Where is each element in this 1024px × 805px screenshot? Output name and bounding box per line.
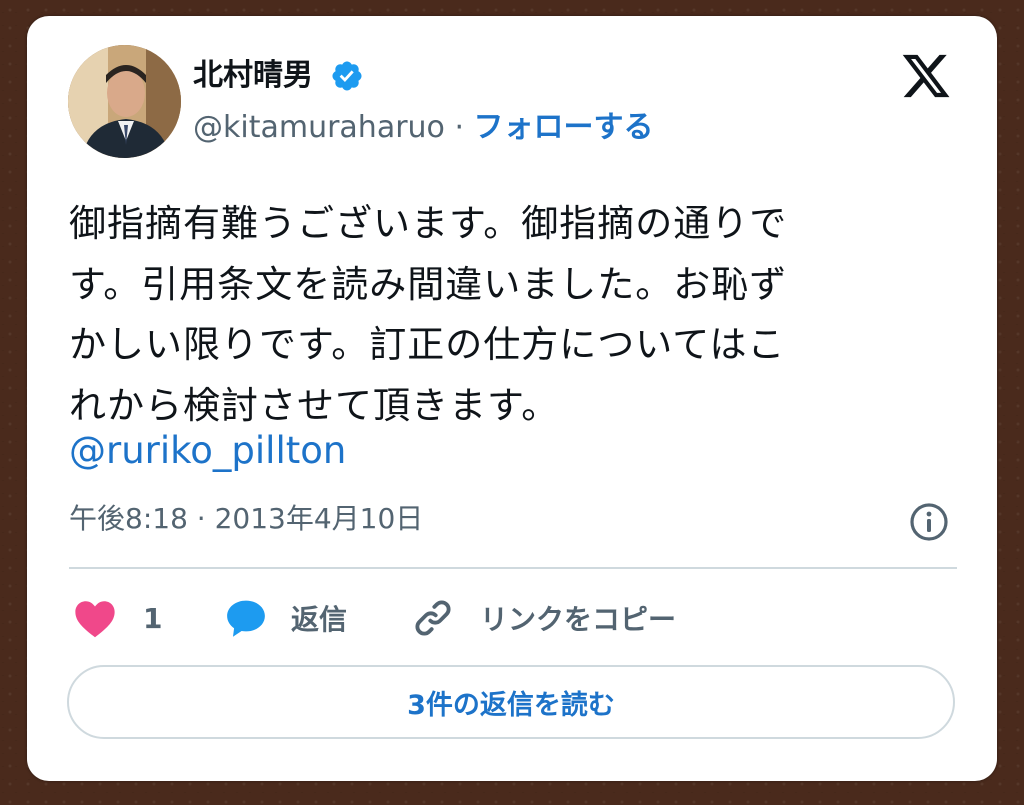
avatar[interactable] [68, 45, 181, 158]
handle-row: @kitamuraharuo · フォローする [193, 108, 654, 148]
reply-bubble-icon [227, 600, 265, 637]
verified-badge-icon [332, 61, 362, 91]
like-button[interactable]: 1 [73, 596, 162, 640]
follow-button[interactable]: フォローする [474, 110, 654, 145]
read-replies-button[interactable]: 3件の返信を読む [67, 665, 955, 739]
separator: · [444, 110, 474, 145]
tweet-card: 北村晴男 @kitamuraharuo · フォローする 御指摘有難うございます… [27, 16, 997, 781]
divider [69, 567, 957, 569]
profile-photo-icon [68, 45, 181, 158]
copy-link-button[interactable]: リンクをコピー [410, 596, 676, 640]
tweet-line: 御指摘有難うございます。御指摘の通りで [69, 202, 788, 245]
read-replies-label: 3件の返信を読む [407, 689, 615, 721]
x-logo-icon[interactable] [898, 50, 954, 102]
timestamp[interactable]: 午後8:18 · 2013年4月10日 [69, 499, 423, 539]
heart-icon [75, 601, 115, 638]
tweet-line: かしい限りです。訂正の仕方についてはこ [69, 315, 949, 376]
handle[interactable]: @kitamuraharuo [193, 110, 445, 145]
copy-link-label: リンクをコピー [480, 603, 677, 636]
tweet-line-tail: こ [747, 323, 786, 366]
link-icon [415, 600, 451, 636]
info-icon[interactable] [907, 500, 951, 544]
reply-label: 返信 [291, 603, 348, 636]
mention-link[interactable]: @ruriko_pillton [69, 421, 346, 481]
reply-button[interactable]: 返信 [223, 596, 347, 640]
tweet-line-text: かしい限りです。訂正の仕方については [69, 323, 748, 366]
tweet-text: 御指摘有難うございます。御指摘の通りで す。引用条文を読み間違いました。お恥ず … [69, 194, 949, 436]
like-count: 1 [143, 601, 163, 635]
display-name[interactable]: 北村晴男 [193, 57, 313, 95]
tweet-line: す。引用条文を読み間違いました。お恥ず [69, 262, 788, 306]
